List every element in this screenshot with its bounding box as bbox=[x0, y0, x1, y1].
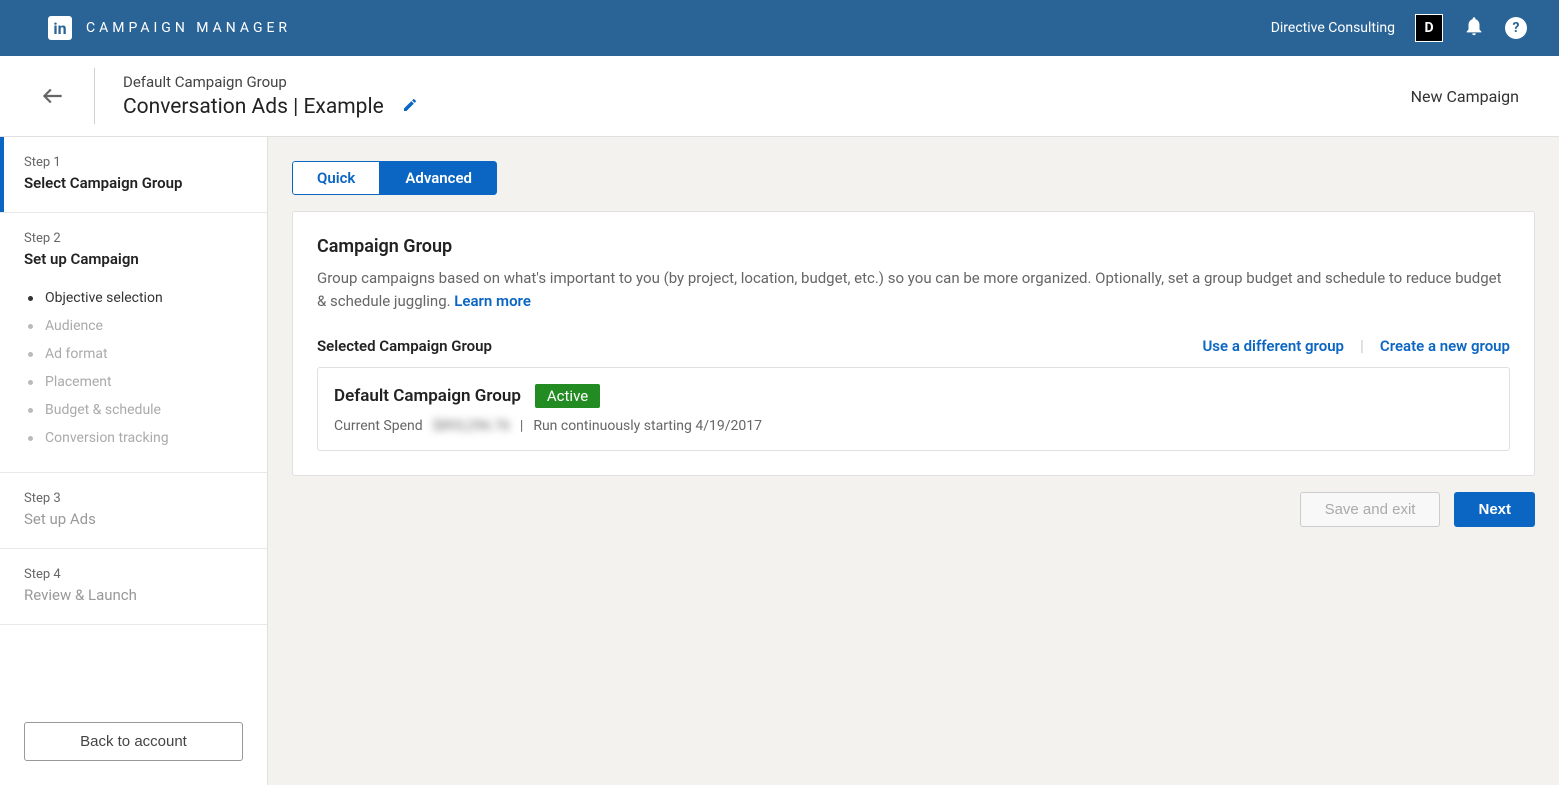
step-title: Set up Campaign bbox=[24, 250, 243, 268]
step-title: Review & Launch bbox=[24, 586, 243, 604]
learn-more-link[interactable]: Learn more bbox=[454, 292, 531, 310]
toggle-quick[interactable]: Quick bbox=[292, 161, 380, 195]
new-campaign-link[interactable]: New Campaign bbox=[1411, 87, 1519, 106]
account-name[interactable]: Directive Consulting bbox=[1271, 20, 1395, 36]
sidebar: Step 1 Select Campaign Group Step 2 Set … bbox=[0, 137, 268, 785]
substep-label: Budget & schedule bbox=[45, 402, 161, 418]
edit-pencil-icon[interactable] bbox=[402, 97, 418, 117]
next-button[interactable]: Next bbox=[1454, 492, 1535, 527]
substep-label: Conversion tracking bbox=[45, 430, 169, 446]
current-spend-label: Current Spend bbox=[334, 418, 423, 434]
substeps: Objective selection Audience Ad format P… bbox=[24, 284, 243, 452]
linkedin-icon[interactable]: in bbox=[48, 16, 72, 40]
app-title: CAMPAIGN MANAGER bbox=[86, 20, 291, 36]
main-container: Step 1 Select Campaign Group Step 2 Set … bbox=[0, 137, 1559, 785]
group-name-row: Default Campaign Group Active bbox=[334, 384, 1493, 408]
card-description: Group campaigns based on what's importan… bbox=[317, 267, 1510, 312]
top-nav: in CAMPAIGN MANAGER Directive Consulting… bbox=[0, 0, 1559, 56]
action-divider: | bbox=[1360, 336, 1364, 355]
substep-placement[interactable]: Placement bbox=[28, 368, 243, 396]
group-meta: Current Spend $893,296.76 | Run continuo… bbox=[334, 418, 1493, 434]
save-and-exit-button[interactable]: Save and exit bbox=[1300, 492, 1441, 527]
sub-header-left: Default Campaign Group Conversation Ads … bbox=[40, 68, 418, 124]
bullet-icon bbox=[28, 408, 33, 413]
substep-budget[interactable]: Budget & schedule bbox=[28, 396, 243, 424]
schedule-text: Run continuously starting 4/19/2017 bbox=[533, 418, 762, 434]
bullet-icon bbox=[28, 324, 33, 329]
campaign-group-card: Campaign Group Group campaigns based on … bbox=[292, 211, 1535, 476]
substep-label: Objective selection bbox=[45, 290, 163, 306]
back-arrow-icon[interactable] bbox=[40, 77, 66, 116]
mode-toggle: Quick Advanced bbox=[292, 161, 497, 195]
group-actions: Use a different group | Create a new gro… bbox=[1202, 336, 1510, 355]
notification-bell-icon[interactable] bbox=[1463, 15, 1485, 42]
step-title: Set up Ads bbox=[24, 510, 243, 528]
top-nav-left: in CAMPAIGN MANAGER bbox=[48, 16, 291, 40]
current-spend-value: $893,296.76 bbox=[433, 418, 510, 434]
substep-audience[interactable]: Audience bbox=[28, 312, 243, 340]
substep-objective[interactable]: Objective selection bbox=[28, 284, 243, 312]
substep-ad-format[interactable]: Ad format bbox=[28, 340, 243, 368]
bullet-icon bbox=[28, 380, 33, 385]
step-number: Step 2 bbox=[24, 231, 243, 246]
sidebar-step-3[interactable]: Step 3 Set up Ads bbox=[0, 473, 267, 549]
meta-divider: | bbox=[520, 418, 523, 434]
step-number: Step 3 bbox=[24, 491, 243, 506]
substep-label: Ad format bbox=[45, 346, 108, 362]
bullet-icon bbox=[28, 296, 33, 301]
step-title: Select Campaign Group bbox=[24, 174, 243, 192]
sidebar-footer: Back to account bbox=[0, 698, 267, 785]
sidebar-step-1[interactable]: Step 1 Select Campaign Group bbox=[0, 137, 267, 213]
create-new-group-link[interactable]: Create a new group bbox=[1380, 337, 1510, 355]
content-area: Quick Advanced Campaign Group Group camp… bbox=[268, 137, 1559, 785]
substep-label: Audience bbox=[45, 318, 103, 334]
footer-actions: Save and exit Next bbox=[292, 492, 1535, 527]
header-titles: Default Campaign Group Conversation Ads … bbox=[123, 73, 418, 119]
campaign-title: Conversation Ads | Example bbox=[123, 95, 384, 119]
sub-header: Default Campaign Group Conversation Ads … bbox=[0, 56, 1559, 137]
selected-group-row: Selected Campaign Group Use a different … bbox=[317, 336, 1510, 355]
back-to-account-button[interactable]: Back to account bbox=[24, 722, 243, 761]
substep-label: Placement bbox=[45, 374, 112, 390]
group-name: Default Campaign Group bbox=[334, 386, 521, 406]
header-divider bbox=[94, 68, 95, 124]
substep-conversion[interactable]: Conversion tracking bbox=[28, 424, 243, 452]
breadcrumb: Default Campaign Group bbox=[123, 73, 418, 91]
card-heading: Campaign Group bbox=[317, 236, 1510, 257]
selected-campaign-group-label: Selected Campaign Group bbox=[317, 337, 492, 355]
bullet-icon bbox=[28, 436, 33, 441]
toggle-advanced[interactable]: Advanced bbox=[380, 161, 497, 195]
sidebar-step-4[interactable]: Step 4 Review & Launch bbox=[0, 549, 267, 625]
selected-group-details: Default Campaign Group Active Current Sp… bbox=[317, 367, 1510, 451]
account-avatar[interactable]: D bbox=[1415, 14, 1443, 42]
sidebar-step-2[interactable]: Step 2 Set up Campaign Objective selecti… bbox=[0, 213, 267, 473]
status-badge: Active bbox=[535, 384, 600, 408]
bullet-icon bbox=[28, 352, 33, 357]
step-number: Step 1 bbox=[24, 155, 243, 170]
campaign-title-row: Conversation Ads | Example bbox=[123, 95, 418, 119]
help-icon[interactable]: ? bbox=[1505, 17, 1527, 39]
use-different-group-link[interactable]: Use a different group bbox=[1202, 337, 1344, 355]
step-number: Step 4 bbox=[24, 567, 243, 582]
top-nav-right: Directive Consulting D ? bbox=[1271, 14, 1527, 42]
